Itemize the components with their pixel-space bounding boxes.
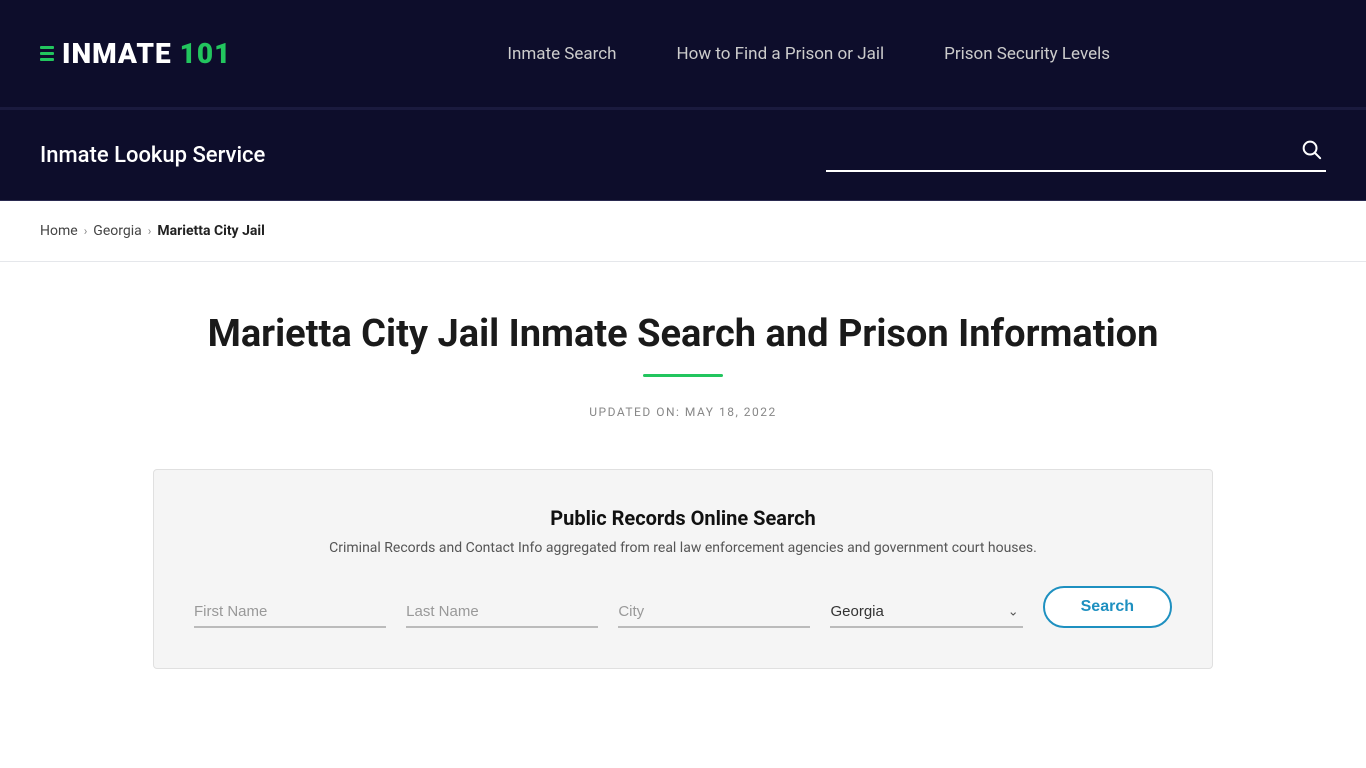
logo[interactable]: INMATE 101 bbox=[40, 37, 231, 70]
search-bar-label: Inmate Lookup Service bbox=[40, 143, 265, 168]
search-input[interactable] bbox=[826, 139, 1296, 165]
search-input-wrap bbox=[826, 138, 1326, 172]
last-name-field bbox=[406, 597, 598, 628]
search-bar-section: Inmate Lookup Service bbox=[0, 110, 1366, 201]
search-button[interactable]: Search bbox=[1043, 586, 1172, 628]
state-select-wrap: AlabamaAlaskaArizonaArkansasCaliforniaCo… bbox=[830, 597, 1022, 628]
top-nav: INMATE 101 Inmate Search How to Find a P… bbox=[0, 0, 1366, 110]
city-field bbox=[618, 597, 810, 628]
search-box-desc: Criminal Records and Contact Info aggreg… bbox=[194, 540, 1172, 556]
nav-link-inmate-search[interactable]: Inmate Search bbox=[507, 44, 616, 64]
search-submit-icon[interactable] bbox=[1296, 138, 1326, 166]
breadcrumb-current: Marietta City Jail bbox=[157, 223, 264, 239]
updated-on: UPDATED ON: MAY 18, 2022 bbox=[153, 405, 1213, 419]
nav-item-how-to-find[interactable]: How to Find a Prison or Jail bbox=[677, 44, 885, 64]
breadcrumb-sep-2: › bbox=[148, 224, 152, 238]
breadcrumb-sep-1: › bbox=[84, 224, 88, 238]
nav-link-security-levels[interactable]: Prison Security Levels bbox=[944, 44, 1110, 64]
first-name-field bbox=[194, 597, 386, 628]
city-input[interactable] bbox=[618, 597, 810, 628]
first-name-input[interactable] bbox=[194, 597, 386, 628]
logo-text: INMATE 101 bbox=[62, 37, 231, 70]
breadcrumb-home[interactable]: Home bbox=[40, 223, 78, 239]
breadcrumb-state[interactable]: Georgia bbox=[93, 223, 141, 239]
nav-item-security-levels[interactable]: Prison Security Levels bbox=[944, 44, 1110, 64]
nav-link-how-to-find[interactable]: How to Find a Prison or Jail bbox=[677, 44, 885, 64]
main-content: Marietta City Jail Inmate Search and Pri… bbox=[133, 262, 1233, 709]
last-name-input[interactable] bbox=[406, 597, 598, 628]
page-title: Marietta City Jail Inmate Search and Pri… bbox=[153, 312, 1213, 358]
nav-links: Inmate Search How to Find a Prison or Ja… bbox=[291, 44, 1326, 64]
search-box-title: Public Records Online Search bbox=[194, 506, 1172, 530]
title-underline bbox=[643, 374, 723, 377]
public-records-search-box: Public Records Online Search Criminal Re… bbox=[153, 469, 1213, 669]
breadcrumb-wrap: Home › Georgia › Marietta City Jail bbox=[0, 201, 1366, 262]
logo-bars-icon bbox=[40, 46, 54, 61]
state-select[interactable]: AlabamaAlaskaArizonaArkansasCaliforniaCo… bbox=[830, 597, 1022, 628]
nav-item-inmate-search[interactable]: Inmate Search bbox=[507, 44, 616, 64]
search-form: AlabamaAlaskaArizonaArkansasCaliforniaCo… bbox=[194, 586, 1172, 628]
breadcrumb: Home › Georgia › Marietta City Jail bbox=[40, 223, 1326, 239]
